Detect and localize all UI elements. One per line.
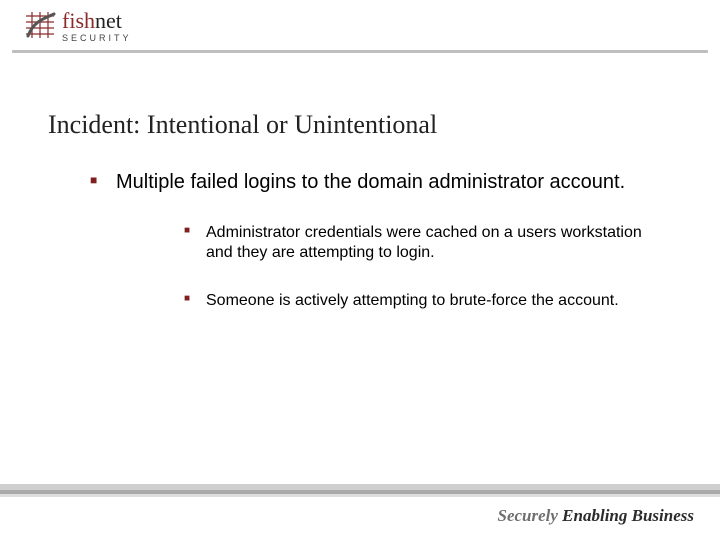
footer-band [0, 484, 720, 500]
bullet-level2-group: Administrator credentials were cached on… [184, 223, 660, 311]
bullet-level1: Multiple failed logins to the domain adm… [90, 170, 660, 311]
logo-name-post: net [95, 8, 122, 33]
tagline-word3: Business [632, 506, 694, 525]
tagline-word1: Securely [497, 506, 557, 525]
tagline-word2: Enabling [562, 506, 627, 525]
tagline: Securely Enabling Business [497, 506, 694, 526]
bullet-level2: Administrator credentials were cached on… [184, 223, 660, 263]
logo-name-pre: fish [62, 8, 95, 33]
logo: fishnet SECURITY [24, 10, 132, 43]
logo-name: fishnet [62, 10, 132, 32]
bullet-level2-text: Administrator credentials were cached on… [206, 224, 642, 261]
logo-mark-icon [24, 10, 58, 40]
slide: fishnet SECURITY Incident: Intentional o… [0, 0, 720, 540]
bullet-level2-text: Someone is actively attempting to brute-… [206, 292, 619, 309]
slide-title: Incident: Intentional or Unintentional [48, 110, 437, 140]
logo-text: fishnet SECURITY [62, 10, 132, 43]
bullet-level2: Someone is actively attempting to brute-… [184, 291, 660, 311]
slide-body: Multiple failed logins to the domain adm… [90, 170, 660, 339]
bullet-level1-text: Multiple failed logins to the domain adm… [116, 171, 625, 193]
header-rule [12, 50, 708, 53]
logo-subtitle: SECURITY [62, 34, 132, 43]
